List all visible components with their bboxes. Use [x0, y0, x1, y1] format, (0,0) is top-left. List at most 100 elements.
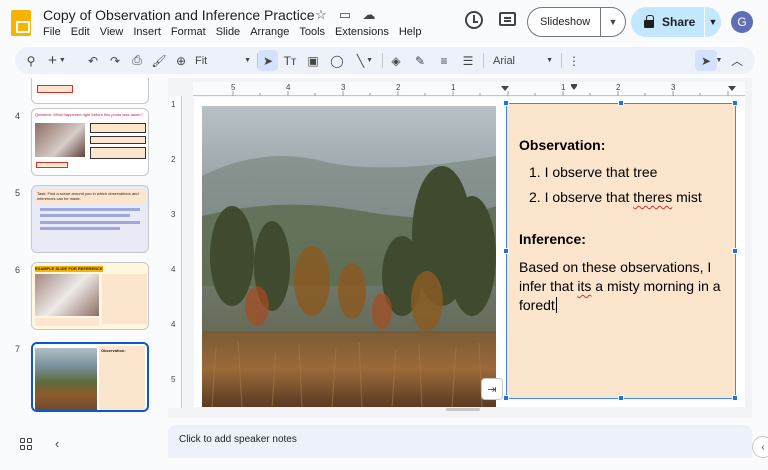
- side-panel-toggle-icon[interactable]: ‹: [752, 436, 768, 458]
- share-label: Share: [662, 15, 696, 29]
- menu-help[interactable]: Help: [399, 26, 422, 38]
- slide-4-title: Question: What happened right before thi…: [35, 112, 143, 117]
- slideshow-label: Slideshow: [540, 16, 591, 28]
- menu-arrange[interactable]: Arrange: [250, 26, 289, 38]
- notes-resize-handle[interactable]: [446, 408, 480, 411]
- menu-file[interactable]: File: [43, 26, 61, 38]
- font-select[interactable]: Arial ▼: [493, 47, 553, 74]
- line-icon[interactable]: ╲ ▼: [351, 47, 379, 74]
- slide-7-title: Observation:: [101, 348, 126, 353]
- share-button[interactable]: Share ▼: [631, 7, 721, 37]
- font-value: Arial: [493, 54, 516, 67]
- observation-item-1: 1. I observe that tree: [529, 164, 658, 180]
- resize-handle-s[interactable]: [618, 395, 624, 401]
- autofit-options-icon[interactable]: ⇥: [481, 378, 503, 400]
- slide-6-title: EXAMPLE SLIDE FOR REFERENCE: [35, 266, 103, 272]
- search-menus-icon[interactable]: ⚲: [23, 47, 39, 74]
- redo-icon[interactable]: ↷: [107, 47, 123, 74]
- observation-list: 1. I observe that tree 2. I observe that…: [529, 163, 731, 207]
- shape-icon[interactable]: ◯: [327, 47, 347, 74]
- move-folder-icon[interactable]: ▭: [337, 7, 353, 23]
- border-weight-icon[interactable]: ≡: [435, 47, 453, 74]
- more-options-icon[interactable]: ⋮: [567, 47, 581, 74]
- zoom-value: Fit: [195, 54, 208, 67]
- svg-text:3: 3: [341, 83, 346, 92]
- slide-canvas[interactable]: Observation: 1. I observe that tree 2. I…: [194, 97, 745, 407]
- svg-text:4: 4: [286, 83, 291, 92]
- svg-text:1: 1: [451, 83, 456, 92]
- title-icons: ☆ ▭ ☁: [313, 7, 377, 23]
- menu-tools[interactable]: Tools: [299, 26, 325, 38]
- vertical-ruler[interactable]: 1 2 3 4 4 5: [168, 96, 182, 408]
- undo-icon[interactable]: ↶: [85, 47, 101, 74]
- insert-image-icon[interactable]: ▣: [304, 47, 322, 74]
- slide-thumbnail-4[interactable]: Question: What happened right before thi…: [31, 108, 149, 176]
- resize-handle-w[interactable]: [503, 248, 509, 254]
- fill-color-icon[interactable]: ◈: [387, 47, 405, 74]
- collapse-filmstrip-icon[interactable]: ‹: [55, 436, 59, 451]
- zoom-select[interactable]: Fit ▼: [195, 47, 251, 74]
- lock-icon: [644, 15, 654, 28]
- cloud-status-icon[interactable]: ☁: [361, 7, 377, 23]
- star-icon[interactable]: ☆: [313, 7, 329, 23]
- inference-body: Based on these observations, I infer tha…: [519, 259, 721, 313]
- print-icon[interactable]: ⎙: [129, 47, 145, 74]
- text-box-content[interactable]: Observation: 1. I observe that tree 2. I…: [519, 136, 731, 315]
- slide-number: 4: [15, 111, 21, 121]
- slide-5-title: Task: Find a scene around you in which o…: [35, 189, 145, 203]
- observation-text-box[interactable]: Observation: 1. I observe that tree 2. I…: [503, 100, 738, 401]
- horizontal-ruler[interactable]: 5432 1123: [193, 82, 745, 96]
- resize-handle-sw[interactable]: [503, 395, 509, 401]
- menu-insert[interactable]: Insert: [133, 26, 161, 38]
- slideshow-dropdown-icon[interactable]: ▼: [601, 17, 625, 27]
- menu-edit[interactable]: Edit: [71, 26, 90, 38]
- menu-view[interactable]: View: [100, 26, 124, 38]
- slide-thumbnail-5[interactable]: Task: Find a scene around you in which o…: [31, 185, 149, 253]
- new-slide-icon[interactable]: + ▼: [45, 47, 69, 74]
- menu-slide[interactable]: Slide: [216, 26, 240, 38]
- select-tool-icon[interactable]: ➤: [258, 50, 278, 71]
- collapse-toolbar-icon[interactable]: ︿: [729, 47, 745, 74]
- account-avatar[interactable]: G: [731, 11, 753, 33]
- filmstrip: 4 Question: What happened right before t…: [0, 78, 160, 418]
- resize-handle-n[interactable]: [618, 100, 624, 106]
- slide-thumbnail[interactable]: [31, 78, 149, 104]
- slide-thumbnail-6[interactable]: EXAMPLE SLIDE FOR REFERENCE: [31, 262, 149, 330]
- chevron-down-icon[interactable]: ▼: [715, 47, 723, 74]
- slideshow-button[interactable]: Slideshow ▼: [527, 7, 626, 37]
- observation-heading: Observation:: [519, 137, 606, 153]
- slide-number: 6: [15, 265, 21, 275]
- observation-item-2: 2. I observe that theres mist: [529, 189, 702, 205]
- speaker-notes[interactable]: Click to add speaker notes: [168, 425, 752, 458]
- border-dash-icon[interactable]: ☰: [459, 47, 477, 74]
- zoom-icon[interactable]: ⊕: [173, 47, 189, 74]
- menu-format[interactable]: Format: [171, 26, 206, 38]
- select-mode-icon[interactable]: ➤: [695, 50, 717, 71]
- document-title[interactable]: Copy of Observation and Inference Practi…: [43, 7, 315, 23]
- resize-handle-se[interactable]: [732, 395, 738, 401]
- chevron-down-icon: ▼: [244, 57, 251, 64]
- version-history-icon[interactable]: [465, 11, 483, 29]
- chevron-down-icon: ▼: [546, 57, 553, 64]
- inference-heading: Inference:: [519, 231, 586, 247]
- resize-handle-nw[interactable]: [503, 100, 509, 106]
- share-dropdown-icon[interactable]: ▼: [705, 17, 721, 27]
- resize-handle-ne[interactable]: [732, 100, 738, 106]
- text-box-icon[interactable]: Tт: [281, 47, 299, 74]
- border-color-icon[interactable]: ✎: [411, 47, 429, 74]
- menu-bar: File Edit View Insert Format Slide Arran…: [43, 26, 421, 38]
- slide-thumbnail-7[interactable]: Observation:: [31, 342, 149, 412]
- misty-forest-image: [202, 106, 496, 407]
- slide-number: 7: [15, 344, 21, 354]
- forest-photo[interactable]: [202, 106, 496, 407]
- toolbar: ⚲ + ▼ ↶ ↷ ⎙ 🖌︎ ⊕ Fit ▼ ➤ Tт ▣ ◯ ╲ ▼ ◈ ✎ ≡ …: [15, 47, 755, 74]
- slide-number: 5: [15, 188, 21, 198]
- resize-handle-e[interactable]: [732, 248, 738, 254]
- paint-format-icon[interactable]: 🖌︎: [151, 47, 167, 74]
- svg-text:5: 5: [231, 83, 236, 92]
- menu-extensions[interactable]: Extensions: [335, 26, 389, 38]
- speaker-notes-placeholder: Click to add speaker notes: [179, 434, 297, 445]
- grid-view-icon[interactable]: [20, 438, 32, 450]
- slides-logo-icon[interactable]: [11, 10, 31, 36]
- comments-icon[interactable]: [499, 12, 516, 26]
